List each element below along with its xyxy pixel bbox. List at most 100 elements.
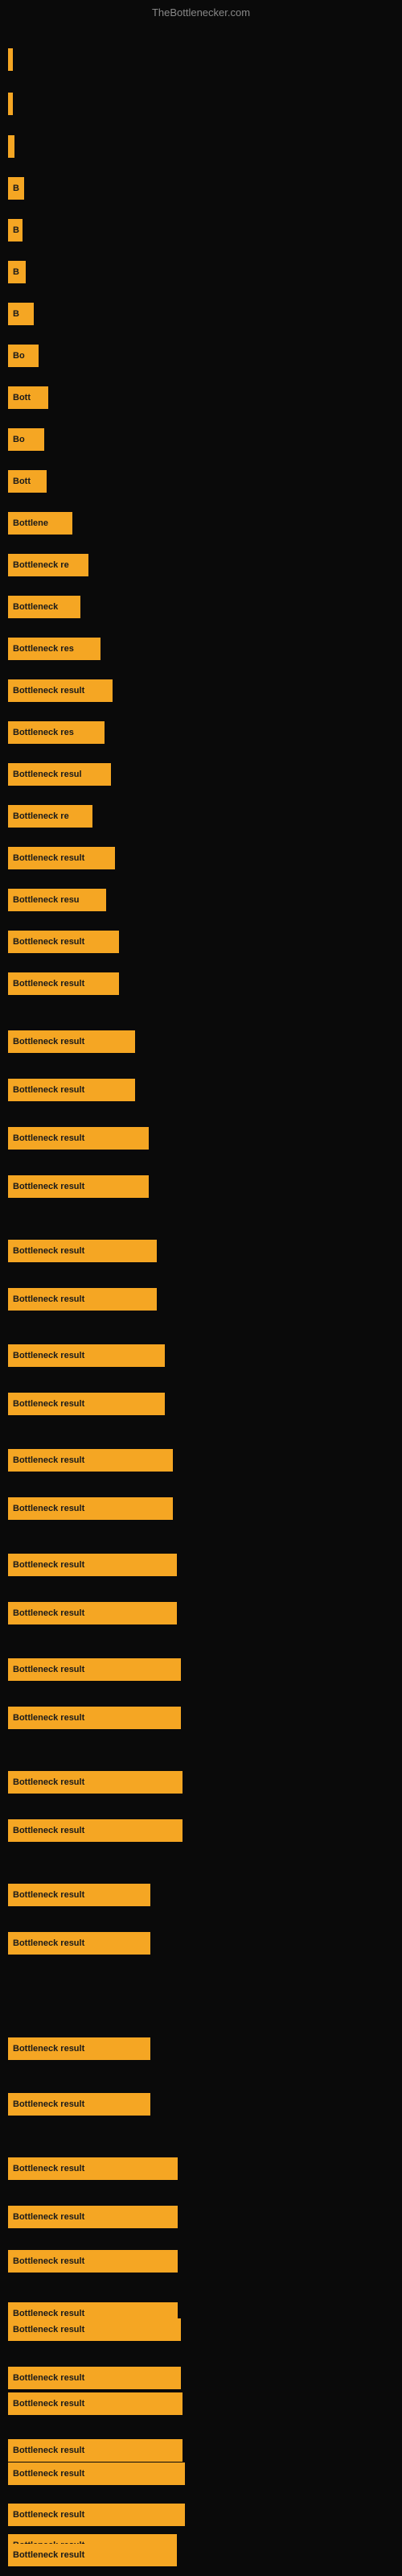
bar-item: Bottleneck resul bbox=[8, 763, 111, 786]
bar-label: Bottleneck result bbox=[13, 1826, 84, 1835]
bar-label: Bottleneck result bbox=[13, 1182, 84, 1191]
bar-item: Bo bbox=[8, 428, 44, 451]
bar-item: Bottleneck res bbox=[8, 721, 105, 744]
bar-label: Bottleneck result bbox=[13, 1608, 84, 1618]
bar-item: Bottleneck result bbox=[8, 2367, 181, 2389]
bar-label: Bottleneck res bbox=[13, 644, 74, 654]
bar-item bbox=[8, 135, 14, 158]
bar-label: Bottleneck result bbox=[13, 1351, 84, 1360]
bar-item: Bottleneck result bbox=[8, 1288, 157, 1311]
bar-label: Bottlene bbox=[13, 518, 48, 528]
bar-label: Bottleneck result bbox=[13, 1777, 84, 1787]
bar-label: Bottleneck result bbox=[13, 2469, 84, 2479]
bar-item: Bottleneck result bbox=[8, 2462, 185, 2485]
bar-item: Bottleneck result bbox=[8, 2037, 150, 2060]
bar-label: Bottleneck result bbox=[13, 1455, 84, 1465]
bar-item: Bottleneck result bbox=[8, 1497, 173, 1520]
bar-label: Bottleneck result bbox=[13, 2510, 84, 2520]
bar-label: B bbox=[13, 225, 19, 235]
bar-label: B bbox=[13, 267, 19, 277]
bar-item: Bottleneck result bbox=[8, 931, 119, 953]
bar-item: Bottleneck result bbox=[8, 2250, 178, 2273]
bar-label: Bo bbox=[13, 351, 25, 361]
bar-item: Bo bbox=[8, 345, 39, 367]
bar-item: Bottleneck result bbox=[8, 1240, 157, 1262]
bar-label: Bottleneck re bbox=[13, 560, 69, 570]
bar-item: Bottleneck result bbox=[8, 1819, 183, 1842]
bar-label: Bottleneck result bbox=[13, 937, 84, 947]
bar-item: Bottleneck result bbox=[8, 2544, 177, 2566]
bar-label: Bottleneck result bbox=[13, 1085, 84, 1095]
bar-label: Bott bbox=[13, 393, 31, 402]
bar-item: Bottleneck result bbox=[8, 2206, 178, 2228]
bar-item: Bottleneck result bbox=[8, 1554, 177, 1576]
bar-label: Bottleneck re bbox=[13, 811, 69, 821]
bar-label: Bottleneck result bbox=[13, 1713, 84, 1723]
bar-label: Bottleneck result bbox=[13, 979, 84, 989]
bar-item: B bbox=[8, 219, 23, 242]
bar-label: Bottleneck result bbox=[13, 2446, 84, 2455]
bar-item: Bottleneck result bbox=[8, 1393, 165, 1415]
bar-label: Bo bbox=[13, 435, 25, 444]
bar-item: B bbox=[8, 261, 26, 283]
bar-item: Bottleneck result bbox=[8, 1707, 181, 1729]
bar-label: Bottleneck resu bbox=[13, 895, 80, 905]
bar-item: Bottleneck re bbox=[8, 554, 88, 576]
bar-label: Bottleneck res bbox=[13, 728, 74, 737]
bar-label: Bottleneck result bbox=[13, 853, 84, 863]
bar-item: Bottleneck result bbox=[8, 1884, 150, 1906]
bar-item: Bottleneck result bbox=[8, 1932, 150, 1955]
bar-item: Bottleneck resu bbox=[8, 889, 106, 911]
bar-item bbox=[8, 93, 13, 115]
bar-item: Bottleneck result bbox=[8, 1771, 183, 1794]
bar-item: Bottleneck res bbox=[8, 638, 100, 660]
bar-label: Bottleneck result bbox=[13, 1133, 84, 1143]
bar-label: Bottleneck result bbox=[13, 2373, 84, 2383]
bar-label: Bottleneck result bbox=[13, 2212, 84, 2222]
bar-item: Bottleneck result bbox=[8, 1175, 149, 1198]
bar-label: Bottleneck result bbox=[13, 2256, 84, 2266]
bar-item: Bottleneck result bbox=[8, 2318, 181, 2341]
bar-item: Bottleneck result bbox=[8, 972, 119, 995]
bar-label: B bbox=[13, 184, 19, 193]
bar-label: Bottleneck result bbox=[13, 686, 84, 696]
bar-item: Bottlene bbox=[8, 512, 72, 535]
bar-label: Bottleneck bbox=[13, 602, 58, 612]
bar-label: Bottleneck result bbox=[13, 2399, 84, 2409]
bar-item: Bottleneck result bbox=[8, 2392, 183, 2415]
bar-item: Bottleneck result bbox=[8, 1127, 149, 1150]
bar-item: Bottleneck result bbox=[8, 847, 115, 869]
bar-label: Bottleneck result bbox=[13, 2550, 84, 2560]
bar-label: Bottleneck result bbox=[13, 2099, 84, 2109]
bar-item: Bottleneck result bbox=[8, 2157, 178, 2180]
bar-label: Bottleneck result bbox=[13, 1504, 84, 1513]
bar-item: Bottleneck re bbox=[8, 805, 92, 828]
site-title: TheBottlenecker.com bbox=[152, 6, 250, 19]
bar-item: Bottleneck result bbox=[8, 679, 113, 702]
bar-label: Bottleneck result bbox=[13, 2325, 84, 2334]
bar-item: Bott bbox=[8, 470, 47, 493]
bar-label: Bottleneck result bbox=[13, 2164, 84, 2174]
bar-item: Bottleneck result bbox=[8, 2504, 185, 2526]
bar-item: Bottleneck result bbox=[8, 2439, 183, 2462]
bar-label: Bottleneck result bbox=[13, 1665, 84, 1674]
bar-item: B bbox=[8, 303, 34, 325]
bar-item: Bottleneck result bbox=[8, 1030, 135, 1053]
bar-label: B bbox=[13, 309, 19, 319]
bar-label: Bottleneck result bbox=[13, 2309, 84, 2318]
bar-item bbox=[8, 48, 13, 71]
bar-label: Bottleneck result bbox=[13, 1246, 84, 1256]
bar-label: Bottleneck result bbox=[13, 1560, 84, 1570]
bar-label: Bottleneck result bbox=[13, 1037, 84, 1046]
bar-item: Bottleneck result bbox=[8, 1658, 181, 1681]
bar-label: Bottleneck result bbox=[13, 1890, 84, 1900]
bar-item: Bottleneck result bbox=[8, 1079, 135, 1101]
bar-label: Bottleneck result bbox=[13, 1399, 84, 1409]
bar-label: Bottleneck resul bbox=[13, 770, 82, 779]
bar-label: Bottleneck result bbox=[13, 1294, 84, 1304]
bar-item: B bbox=[8, 177, 24, 200]
bar-item: Bottleneck result bbox=[8, 1344, 165, 1367]
bar-item: Bottleneck result bbox=[8, 1449, 173, 1472]
bar-item: Bottleneck result bbox=[8, 1602, 177, 1624]
bar-label: Bott bbox=[13, 477, 31, 486]
